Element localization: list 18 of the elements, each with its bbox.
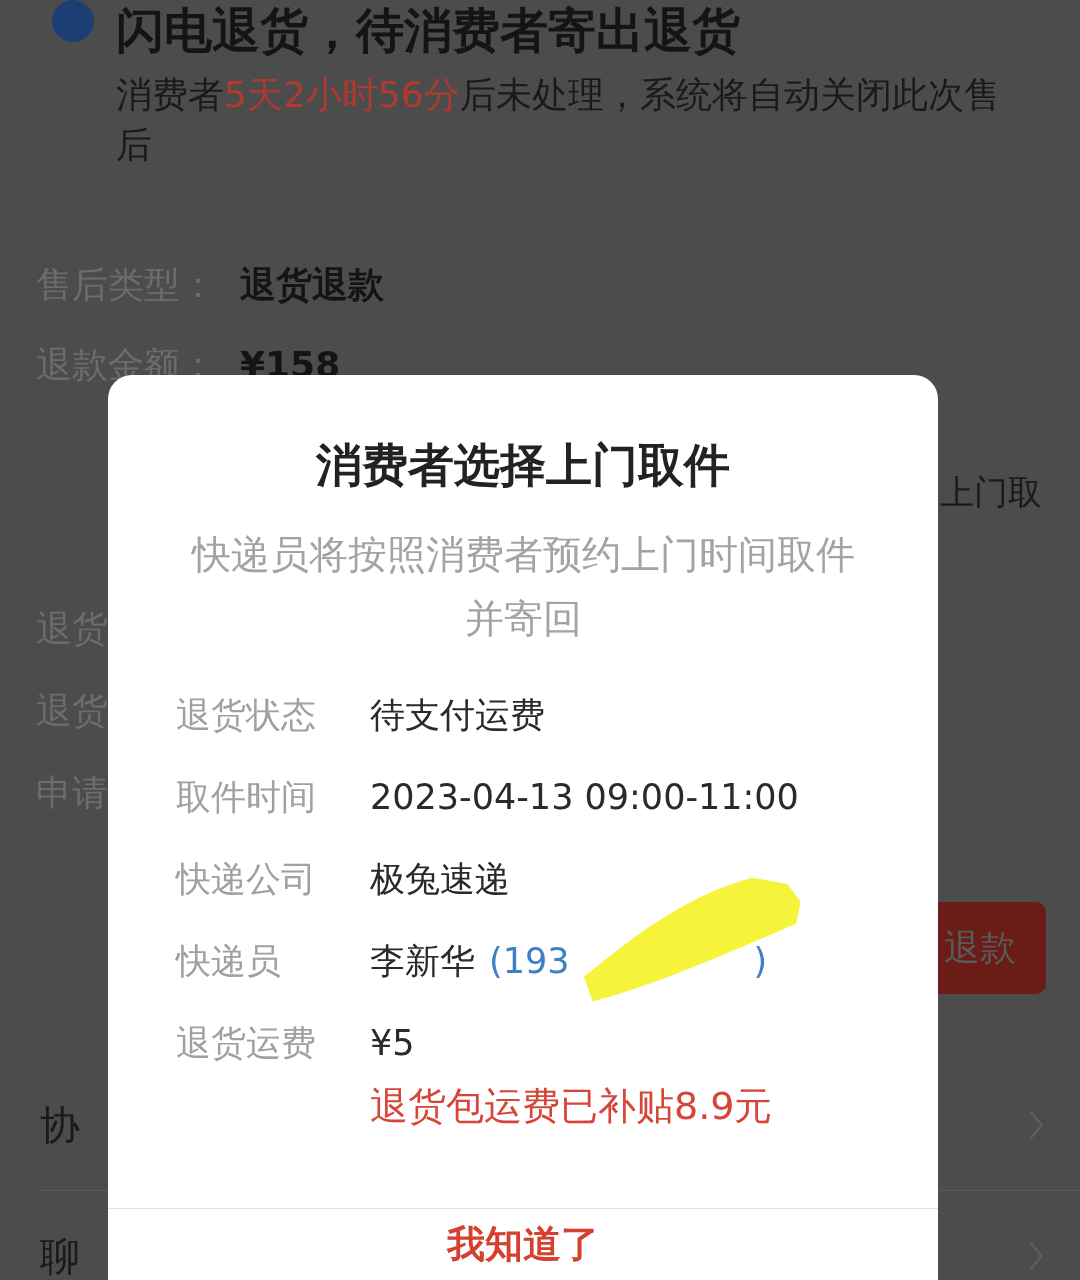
courier-name: 李新华 <box>370 940 475 983</box>
field-value: 极兔速递 <box>370 858 510 901</box>
field-label: 退货运费 <box>176 1022 317 1065</box>
field-label: 取件时间 <box>176 776 317 819</box>
dialog-title: 消费者选择上门取件 <box>316 437 730 494</box>
phone-link[interactable]: (193 <box>489 937 570 985</box>
field-label: 快递员 <box>176 940 282 983</box>
field-label: 快递公司 <box>176 858 317 901</box>
field-value: ¥5 <box>370 1022 416 1065</box>
field-value: 2023-04-13 09:00-11:00 <box>370 776 799 819</box>
dialog-description: 快递员将按照消费者预约上门时间取件并寄回 <box>190 531 856 643</box>
subsidy-note: 退货包运费已补贴8.9元 <box>370 1083 773 1130</box>
field-value: 待支付运费 <box>370 694 545 737</box>
status-title: 闪电退货，待消费者寄出退货 <box>116 1 741 60</box>
field-label: 退货状态 <box>176 694 317 737</box>
status-icon <box>52 0 94 42</box>
detail-value: 退货退款 <box>240 263 384 307</box>
phone-link[interactable]: ) <box>753 937 768 985</box>
